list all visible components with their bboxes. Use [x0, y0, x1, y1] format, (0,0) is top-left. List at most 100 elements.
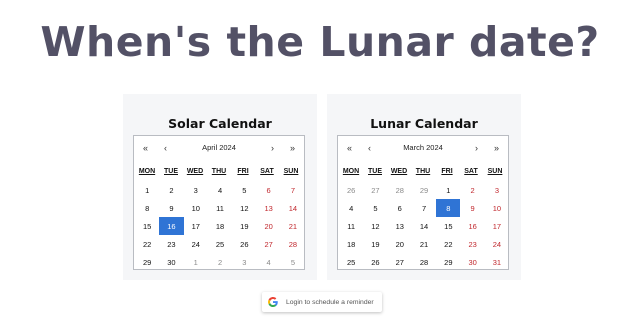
day-cell[interactable]: 3 — [184, 181, 208, 199]
day-cell[interactable]: 18 — [339, 235, 363, 253]
weekday-label: TUE — [164, 168, 178, 175]
day-cell[interactable]: 25 — [208, 235, 232, 253]
day-cell[interactable]: 19 — [232, 217, 256, 235]
lunar-calendar-panel: Lunar Calendar « ‹ March 2024 › » MON TU… — [327, 94, 521, 280]
day-cell[interactable]: 6 — [256, 181, 280, 199]
weekday-label: TUE — [368, 168, 382, 175]
day-cell[interactable]: 20 — [256, 217, 280, 235]
day-cell[interactable]: 4 — [208, 181, 232, 199]
day-grid: 26 27 28 29 1 2 3 4 5 6 7 8 9 10 11 12 13 14 15 16 17 18 19 20 2… — [338, 181, 508, 271]
day-cell[interactable]: 9 — [460, 199, 484, 217]
day-cell[interactable]: 4 — [339, 199, 363, 217]
day-cell[interactable]: 28 — [412, 253, 436, 271]
google-login-button[interactable]: Login to schedule a reminder — [262, 292, 382, 312]
day-cell[interactable]: 2 — [460, 181, 484, 199]
day-cell[interactable]: 3 — [485, 181, 509, 199]
day-cell[interactable]: 11 — [208, 199, 232, 217]
weekday-label: THU — [415, 168, 431, 175]
day-cell[interactable]: 19 — [363, 235, 387, 253]
day-cell[interactable]: 14 — [281, 199, 305, 217]
lunar-calendar: « ‹ March 2024 › » MON TUE WED THU FRI S… — [337, 135, 509, 270]
day-cell[interactable]: 27 — [388, 253, 412, 271]
day-cell[interactable]: 30 — [460, 253, 484, 271]
day-cell[interactable]: 22 — [436, 235, 460, 253]
day-cell[interactable]: 12 — [232, 199, 256, 217]
day-cell[interactable]: 15 — [436, 217, 460, 235]
day-cell[interactable]: 5 — [281, 253, 305, 271]
day-cell[interactable]: 7 — [412, 199, 436, 217]
weekday-label: MON — [342, 168, 360, 175]
day-cell[interactable]: 10 — [184, 199, 208, 217]
month-label: March 2024 — [403, 143, 443, 152]
day-cell[interactable]: 21 — [281, 217, 305, 235]
weekday-header: MON TUE WED THU FRI SAT SUN — [338, 168, 508, 175]
day-cell[interactable]: 23 — [159, 235, 183, 253]
day-cell[interactable]: 9 — [159, 199, 183, 217]
day-cell[interactable]: 2 — [159, 181, 183, 199]
day-cell[interactable]: 1 — [135, 181, 159, 199]
login-label: Login to schedule a reminder — [286, 298, 374, 306]
day-cell[interactable]: 26 — [339, 181, 363, 199]
day-cell[interactable]: 28 — [388, 181, 412, 199]
weekday-label: SUN — [283, 168, 299, 175]
day-cell-selected[interactable]: 8 — [436, 199, 461, 217]
day-cell[interactable]: 22 — [135, 235, 159, 253]
day-cell[interactable]: 26 — [363, 253, 387, 271]
day-cell[interactable]: 24 — [184, 235, 208, 253]
google-icon — [268, 297, 278, 307]
day-cell[interactable]: 16 — [460, 217, 484, 235]
day-cell[interactable]: 13 — [388, 217, 412, 235]
day-cell[interactable]: 18 — [208, 217, 232, 235]
weekday-label: FRI — [441, 168, 453, 175]
day-cell[interactable]: 30 — [159, 253, 183, 271]
day-cell[interactable]: 17 — [184, 217, 208, 235]
weekday-label: THU — [211, 168, 227, 175]
day-cell[interactable]: 24 — [485, 235, 509, 253]
weekday-label: SAT — [464, 168, 478, 175]
day-cell[interactable]: 5 — [232, 181, 256, 199]
day-cell[interactable]: 15 — [135, 217, 159, 235]
day-cell[interactable]: 6 — [388, 199, 412, 217]
weekday-label: WED — [390, 168, 408, 175]
day-cell[interactable]: 27 — [256, 235, 280, 253]
next-month-button[interactable]: › — [271, 143, 274, 153]
day-cell[interactable]: 3 — [232, 253, 256, 271]
weekday-label: SAT — [260, 168, 274, 175]
day-cell[interactable]: 2 — [208, 253, 232, 271]
day-cell[interactable]: 5 — [363, 199, 387, 217]
day-cell[interactable]: 25 — [339, 253, 363, 271]
day-cell[interactable]: 14 — [412, 217, 436, 235]
day-cell[interactable]: 26 — [232, 235, 256, 253]
weekday-header: MON TUE WED THU FRI SAT SUN — [134, 168, 304, 175]
day-cell[interactable]: 4 — [256, 253, 280, 271]
day-cell[interactable]: 7 — [281, 181, 305, 199]
next-year-button[interactable]: » — [290, 143, 295, 153]
day-cell[interactable]: 29 — [135, 253, 159, 271]
day-cell[interactable]: 21 — [412, 235, 436, 253]
page-title: When's the Lunar date? — [40, 18, 600, 66]
day-cell[interactable]: 27 — [363, 181, 387, 199]
weekday-label: WED — [186, 168, 204, 175]
weekday-label: SUN — [487, 168, 503, 175]
day-cell[interactable]: 13 — [256, 199, 280, 217]
next-year-button[interactable]: » — [494, 143, 499, 153]
day-cell[interactable]: 23 — [460, 235, 484, 253]
day-cell[interactable]: 29 — [436, 253, 460, 271]
day-cell[interactable]: 8 — [135, 199, 159, 217]
day-cell[interactable]: 12 — [363, 217, 387, 235]
weekday-label: MON — [138, 168, 156, 175]
weekday-label: FRI — [237, 168, 249, 175]
day-cell[interactable]: 17 — [485, 217, 509, 235]
lunar-calendar-title: Lunar Calendar — [370, 116, 478, 131]
day-cell[interactable]: 1 — [184, 253, 208, 271]
next-month-button[interactable]: › — [475, 143, 478, 153]
day-cell[interactable]: 31 — [485, 253, 509, 271]
day-cell[interactable]: 29 — [412, 181, 436, 199]
day-cell[interactable]: 1 — [436, 181, 460, 199]
day-cell-selected[interactable]: 16 — [159, 217, 184, 235]
month-label: April 2024 — [202, 143, 236, 152]
day-cell[interactable]: 28 — [281, 235, 305, 253]
day-cell[interactable]: 20 — [388, 235, 412, 253]
day-cell[interactable]: 11 — [339, 217, 363, 235]
day-cell[interactable]: 10 — [485, 199, 509, 217]
